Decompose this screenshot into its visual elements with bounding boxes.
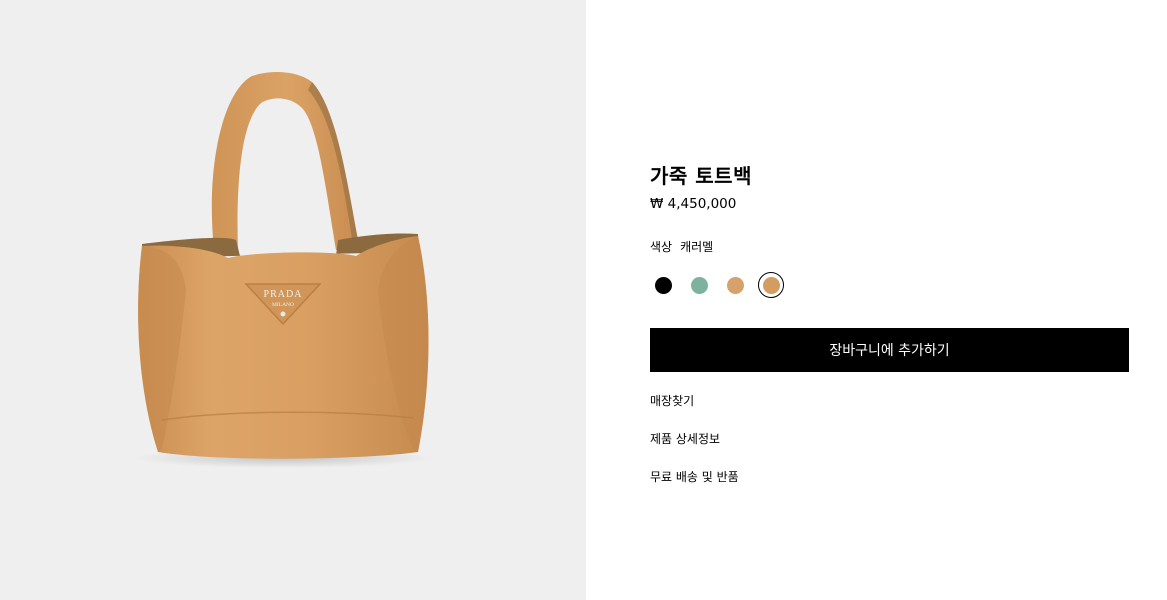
- add-to-cart-button[interactable]: 장바구니에 추가하기: [650, 328, 1129, 372]
- color-swatches: [650, 272, 794, 298]
- store-finder-link[interactable]: 매장찾기: [650, 392, 694, 409]
- swatch-caramel-light[interactable]: [722, 272, 748, 298]
- swatch-caramel-light-dot: [726, 276, 744, 294]
- swatch-mint-dot: [690, 276, 708, 294]
- selected-color-name: 캐러멜: [680, 240, 714, 254]
- swatch-black-dot: [654, 276, 672, 294]
- product-details-panel: 가죽 토트백 ₩ 4,450,000 색상 캐러멜 장바구니에 추가하기 매장찾기…: [586, 0, 1167, 600]
- swatch-mint[interactable]: [686, 272, 712, 298]
- swatch-caramel-dot: [762, 276, 780, 294]
- product-title: 가죽 토트백: [650, 164, 752, 188]
- product-image-panel: PRADA MILANO: [0, 0, 586, 600]
- color-label: 색상: [650, 240, 673, 254]
- logo-city-text: MILANO: [272, 302, 294, 308]
- swatch-caramel[interactable]: [758, 272, 784, 298]
- product-page: PRADA MILANO 가죽 토트백 ₩ 4,450,000 색상 캐러멜 장바…: [0, 0, 1167, 600]
- product-price: ₩ 4,450,000: [650, 196, 737, 212]
- product-image-bag[interactable]: PRADA MILANO: [0, 0, 586, 600]
- product-details-link[interactable]: 제품 상세정보: [650, 430, 720, 447]
- logo-brand-text: PRADA: [264, 289, 303, 300]
- shipping-returns-link[interactable]: 무료 배송 및 반품: [650, 468, 739, 485]
- swatch-black[interactable]: [650, 272, 676, 298]
- color-selection-label: 색상 캐러멜: [650, 238, 713, 255]
